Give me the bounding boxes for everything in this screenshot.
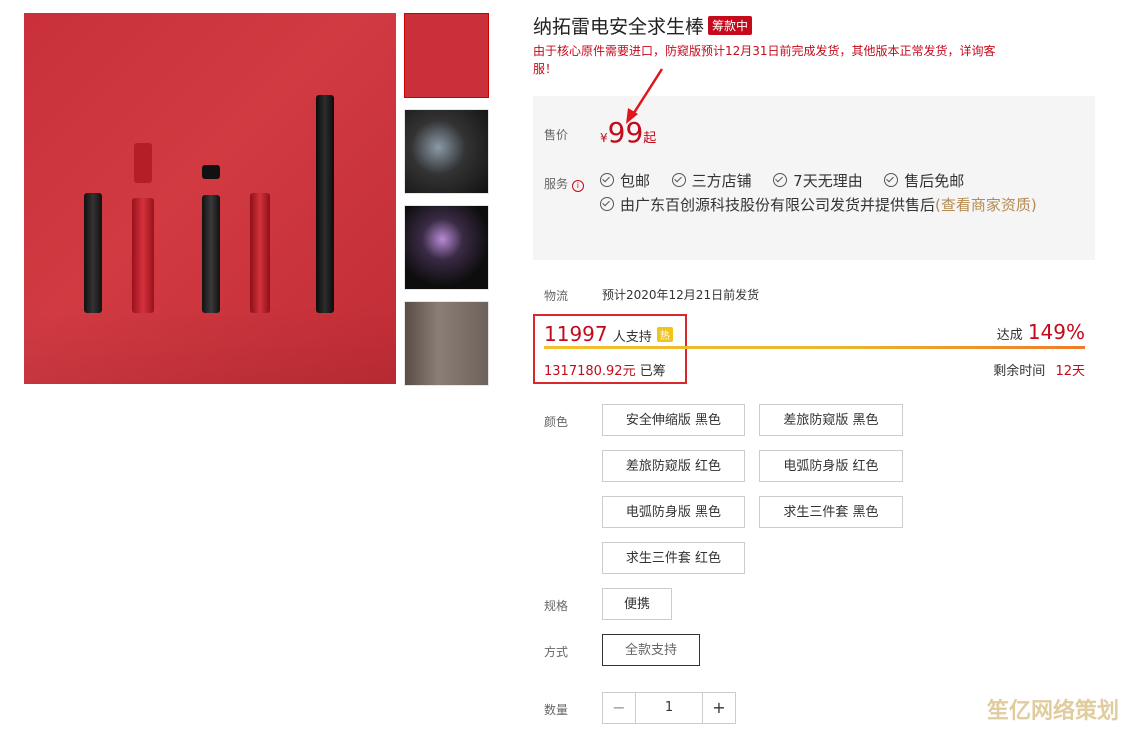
color-option[interactable]: 求生三件套 红色 bbox=[602, 542, 745, 574]
service-item: 三方店铺 bbox=[691, 172, 752, 190]
thumbnail-4[interactable] bbox=[404, 301, 489, 386]
price-suffix: 起 bbox=[643, 131, 657, 146]
product-stick-1 bbox=[84, 193, 102, 313]
increment-button[interactable]: + bbox=[703, 693, 735, 723]
color-label: 颜色 bbox=[544, 415, 569, 429]
method-label: 方式 bbox=[544, 645, 569, 659]
remaining-time: 剩余时间 12天 bbox=[993, 360, 1085, 379]
product-stick-4 bbox=[202, 165, 220, 179]
reached-value: 149% bbox=[1027, 320, 1085, 344]
color-option[interactable]: 电弧防身版 黑色 bbox=[602, 496, 745, 528]
color-option[interactable]: 安全伸缩版 黑色 bbox=[602, 404, 745, 436]
funding-progress-bar bbox=[544, 346, 1085, 349]
service-item: 售后免邮 bbox=[904, 172, 965, 190]
method-option-selected[interactable]: 全款支持 bbox=[602, 634, 700, 666]
seller-qualification-link[interactable]: (查看商家资质) bbox=[935, 196, 1037, 214]
seller-info: 由广东百创源科技股份有限公司发货并提供售后(查看商家资质) bbox=[600, 194, 1070, 217]
status-badge: 筹款中 bbox=[708, 16, 753, 35]
service-label: 服务 i bbox=[544, 175, 584, 192]
check-circle-icon bbox=[600, 173, 614, 187]
price-value: ¥99起 bbox=[600, 116, 656, 149]
thumbnail-2[interactable] bbox=[404, 109, 489, 194]
product-stick-2 bbox=[134, 143, 152, 183]
reached-percent: 达成 149% bbox=[997, 320, 1085, 344]
service-item: 7天无理由 bbox=[793, 172, 863, 190]
main-product-image bbox=[24, 13, 396, 384]
service-label-text: 服务 bbox=[544, 177, 569, 191]
remaining-label: 剩余时间 bbox=[993, 364, 1046, 379]
thumbnail-1[interactable] bbox=[404, 13, 489, 98]
raised-label: 已筹 bbox=[639, 364, 666, 379]
product-stick-6 bbox=[250, 193, 270, 313]
product-stick-5 bbox=[202, 195, 220, 313]
quantity-stepper: − 1 + bbox=[602, 692, 736, 724]
logistics-label: 物流 bbox=[544, 289, 569, 303]
service-item: 包邮 bbox=[620, 172, 651, 190]
spec-option[interactable]: 便携 bbox=[602, 588, 672, 620]
reached-label: 达成 bbox=[996, 328, 1023, 343]
price-number: 99 bbox=[607, 116, 644, 149]
color-option[interactable]: 电弧防身版 红色 bbox=[759, 450, 903, 482]
supporters-number: 11997 bbox=[544, 322, 608, 346]
check-circle-icon bbox=[773, 173, 788, 187]
shipping-notice: 由于核心原件需要进口，防窥版预计12月31日前完成发货，其他版本正常发货，详询客… bbox=[533, 44, 996, 76]
supporters-label: 人支持 bbox=[612, 330, 652, 345]
watermark: 笙亿网络策划 bbox=[986, 699, 1119, 724]
check-circle-icon bbox=[600, 197, 614, 211]
quantity-label: 数量 bbox=[544, 703, 569, 717]
check-circle-icon bbox=[884, 173, 899, 187]
product-stick-3 bbox=[132, 198, 154, 313]
quantity-input[interactable]: 1 bbox=[635, 693, 703, 723]
color-option[interactable]: 差旅防窥版 黑色 bbox=[759, 404, 903, 436]
logistics-value: 预计2020年12月21日前发货 bbox=[602, 288, 760, 302]
product-stick-7 bbox=[316, 95, 334, 313]
supporters-count: 11997 人支持 热 bbox=[544, 322, 673, 346]
product-title: 纳拓雷电安全求生棒 筹款中 bbox=[533, 12, 753, 39]
decrement-button[interactable]: − bbox=[603, 693, 635, 723]
remaining-value: 12天 bbox=[1055, 364, 1085, 379]
seller-text: 由广东百创源科技股份有限公司发货并提供售后 bbox=[620, 196, 936, 214]
spec-label: 规格 bbox=[544, 599, 569, 613]
hot-badge: 热 bbox=[656, 327, 673, 342]
service-items: 包邮 三方店铺 7天无理由 售后免邮 bbox=[600, 170, 964, 191]
thumbnail-3[interactable] bbox=[404, 205, 489, 290]
currency-symbol: ¥ bbox=[600, 131, 608, 145]
raised-amount: 1317180.92元 已筹 bbox=[544, 360, 666, 379]
check-circle-icon bbox=[671, 173, 686, 187]
raised-value: 1317180.92元 bbox=[544, 364, 636, 379]
color-option[interactable]: 差旅防窥版 红色 bbox=[602, 450, 745, 482]
price-label: 售价 bbox=[544, 128, 569, 142]
color-option[interactable]: 求生三件套 黑色 bbox=[759, 496, 903, 528]
info-circle-icon[interactable]: i bbox=[571, 180, 584, 192]
product-title-text: 纳拓雷电安全求生棒 bbox=[533, 16, 705, 38]
